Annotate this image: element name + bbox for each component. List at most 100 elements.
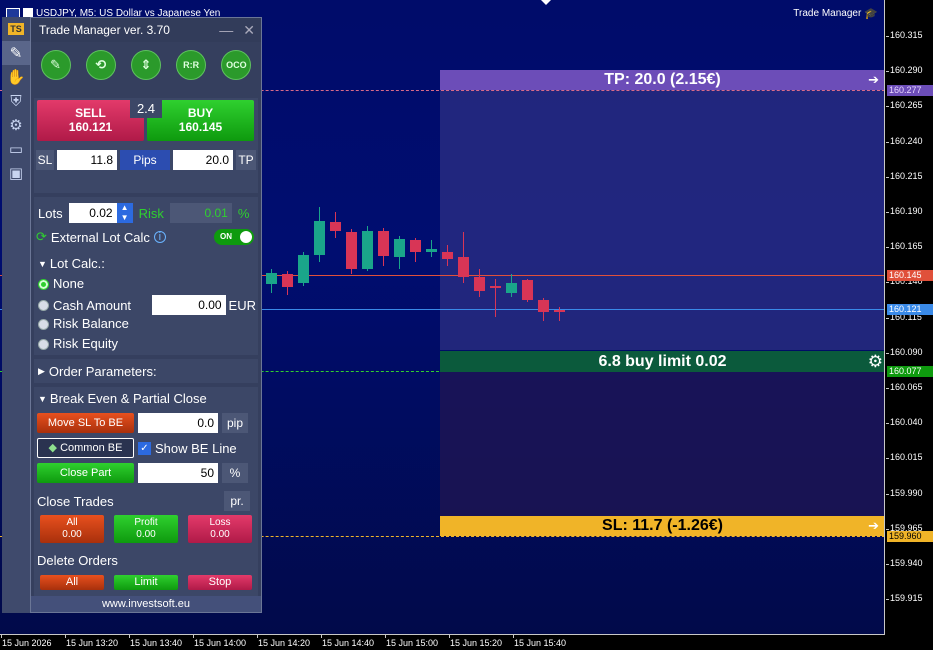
close-part-input[interactable]: 50 <box>138 463 218 483</box>
spread-value: 2.4 <box>130 100 162 118</box>
cash-amount-input[interactable]: 0.00 <box>151 295 226 315</box>
folder-icon[interactable]: ▭ <box>2 137 30 161</box>
indicator-name: Trade Manager <box>793 8 862 19</box>
sell-label: SELL <box>75 106 106 120</box>
candle-bear <box>490 285 501 289</box>
radio-dot[interactable] <box>38 279 49 291</box>
pr-button[interactable]: pr. <box>224 491 250 511</box>
panel-header[interactable]: Trade Manager ver. 3.70 — ✕ <box>31 18 261 42</box>
close-trades-label: Close Trades <box>37 493 114 509</box>
pending-order-bar[interactable]: 6.8 buy limit 0.02 ⚙ <box>440 351 884 372</box>
time-tick: 15 Jun 13:40 <box>128 635 183 648</box>
price-axis[interactable]: 160.315 160.290 160.265 160.240 160.215 160.1… <box>886 0 933 635</box>
hand-icon[interactable]: ✋ <box>2 65 30 89</box>
radio-balance[interactable]: Risk Balance <box>38 316 129 331</box>
delete-all-button[interactable]: All <box>40 575 104 590</box>
sell-button[interactable]: SELL 160.121 <box>37 100 144 141</box>
move-sl-to-be-button[interactable]: Move SL To BE <box>37 413 134 433</box>
radio-cash-label: Cash Amount <box>53 297 132 313</box>
radio-dot[interactable] <box>38 319 49 331</box>
radio-dot[interactable] <box>38 339 49 351</box>
gear-icon[interactable]: ⚙ <box>868 351 883 372</box>
indicator-label: Trade Manager 🎓 <box>793 7 878 20</box>
tp-price-label: 160.277 <box>887 85 933 96</box>
price-tick: 160.215 <box>886 170 923 181</box>
be-header[interactable]: ▼ Break Even & Partial Close <box>38 391 207 406</box>
candle-bear <box>474 277 485 292</box>
refresh-icon: ⟳ <box>36 229 47 244</box>
logo-icon: TS <box>8 23 24 35</box>
close-icon[interactable]: ✕ <box>243 22 255 39</box>
close-profit-button[interactable]: Profit 0.00 <box>114 515 178 543</box>
cash-unit: EUR <box>228 297 256 313</box>
info-icon[interactable]: i <box>153 231 166 243</box>
delete-stop-button[interactable]: Stop <box>188 575 252 590</box>
pencil-button[interactable]: ✎ <box>40 50 71 80</box>
common-be-button[interactable]: ◆ Common BE <box>37 438 134 458</box>
lots-input[interactable]: 0.02 ▲ ▼ <box>68 203 133 223</box>
close-all-button[interactable]: All 0.00 <box>40 515 104 543</box>
radio-dot[interactable] <box>38 299 49 311</box>
candle-bull <box>298 254 309 283</box>
radio-cash[interactable]: Cash Amount 0.00 EUR <box>38 295 256 315</box>
be-label: Break Even & Partial Close <box>49 391 207 406</box>
minimize-icon[interactable]: — <box>219 22 233 39</box>
drag-arrow-icon[interactable]: ➔ <box>868 516 879 536</box>
rr-button[interactable]: R:R <box>176 50 207 80</box>
tool-sidebar: TS ✎ ✋ ⛨ ⚙ ▭ ▣ <box>2 17 30 613</box>
time-axis[interactable]: 15 Jun 2026 15 Jun 13:20 15 Jun 13:40 15 Ju… <box>0 635 933 650</box>
close-profit-value: 0.00 <box>136 529 156 540</box>
close-part-button[interactable]: Close Part <box>37 463 134 483</box>
candle-bull <box>506 282 517 293</box>
pips-toggle[interactable]: Pips <box>120 150 170 170</box>
footer-link[interactable]: www.investsoft.eu <box>31 596 261 612</box>
time-tick: 15 Jun 15:40 <box>512 635 567 648</box>
save-icon[interactable]: ▣ <box>2 161 30 185</box>
order-parameters-header[interactable]: ▶ Order Parameters: <box>34 359 258 383</box>
tp-bar[interactable]: TP: 20.0 (2.15€) ➔ <box>440 70 884 90</box>
sl-zone <box>440 372 884 516</box>
time-tick: 15 Jun 15:00 <box>384 635 439 648</box>
range-button[interactable]: ⇕ <box>130 50 161 80</box>
radio-balance-label: Risk Balance <box>53 316 129 331</box>
terminal-window: USDJPY, M5: US Dollar vs Japanese Yen Tr… <box>0 0 933 650</box>
order-params-label: Order Parameters: <box>48 363 157 379</box>
edit-icon[interactable]: ✎ <box>2 41 30 65</box>
close-loss-button[interactable]: Loss 0.00 <box>188 515 252 543</box>
delete-limit-button[interactable]: Limit <box>114 575 178 590</box>
order-section: SELL 160.121 BUY 160.145 2.4 SL 11.8 Pip… <box>34 98 258 193</box>
radio-none[interactable]: None <box>38 276 84 291</box>
time-tick: 15 Jun 15:20 <box>448 635 503 648</box>
candle-bear <box>538 299 549 313</box>
reverse-button[interactable]: ⟲ <box>85 50 116 80</box>
toolbar: ✎ ⟲ ⇕ R:R OCO <box>31 42 261 98</box>
external-lot-toggle[interactable]: ON <box>214 229 254 245</box>
gear-icon[interactable]: ⚙ <box>2 113 30 137</box>
close-all-value: 0.00 <box>62 529 82 540</box>
price-tick: 160.040 <box>886 417 923 428</box>
buy-button[interactable]: BUY 160.145 <box>147 100 254 141</box>
candle-bull <box>394 239 405 258</box>
risk-label: Risk <box>138 205 164 221</box>
candle-bear <box>346 231 357 269</box>
spinner-icon[interactable]: ▲ ▼ <box>116 203 133 223</box>
tp-bar-text: TP: 20.0 (2.15€) <box>604 71 721 88</box>
close-all-label: All <box>66 517 78 528</box>
risk-input[interactable]: 0.01 <box>169 203 232 223</box>
sl-input[interactable]: 11.8 <box>57 150 117 170</box>
candle-bear <box>458 257 469 278</box>
candle-bear <box>442 251 453 259</box>
radio-equity[interactable]: Risk Equity <box>38 336 118 351</box>
time-tick: 15 Jun 2026 <box>1 635 52 648</box>
show-be-checkbox[interactable]: ✓ <box>138 441 151 455</box>
tp-input[interactable]: 20.0 <box>173 150 233 170</box>
move-sl-input[interactable]: 0.0 <box>138 413 218 433</box>
drag-arrow-icon[interactable]: ➔ <box>868 70 879 90</box>
candle-bull <box>426 248 437 252</box>
caret-down-icon <box>541 0 551 5</box>
lot-calc-header[interactable]: ▼ Lot Calc.: <box>38 256 105 271</box>
price-tick: 160.090 <box>886 346 923 357</box>
sl-bar[interactable]: SL: 11.7 (-1.26€) ➔ <box>440 516 884 536</box>
oco-button[interactable]: OCO <box>221 50 252 80</box>
shield-icon[interactable]: ⛨ <box>2 89 30 113</box>
